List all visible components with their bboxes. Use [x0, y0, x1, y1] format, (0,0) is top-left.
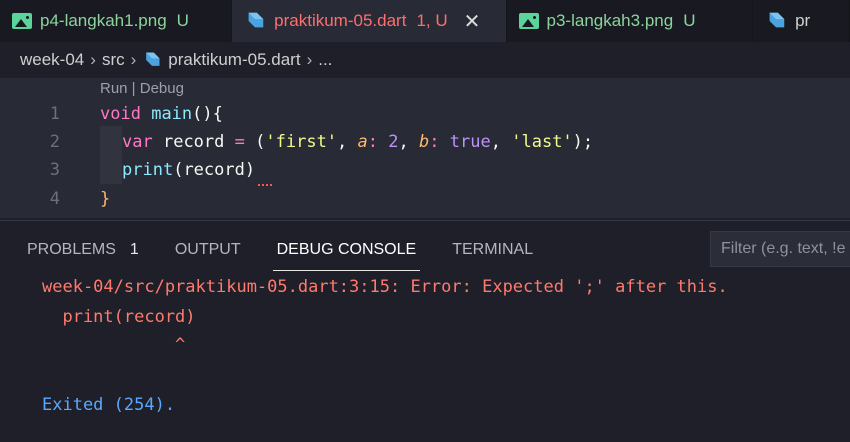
tab-label: praktikum-05.dart [274, 11, 407, 30]
boolean-literal: true [449, 132, 491, 152]
tab-label: p3-langkah3.png [546, 11, 674, 30]
code-line-4: 4 } [0, 185, 850, 213]
chevron-right-icon: › [130, 50, 137, 69]
code-line-3: 3 print(record) [0, 156, 850, 184]
punctuation: (){ [192, 104, 223, 124]
dart-icon [769, 12, 785, 28]
keyword: var [122, 132, 153, 152]
punctuation: : [429, 132, 440, 152]
editor-tab-bar: p4-langkah1.png U praktikum-05.dart 1, U… [0, 0, 850, 42]
breadcrumb-folder[interactable]: week-04 [20, 50, 84, 70]
function-name: print [122, 160, 174, 180]
tab-label: OUTPUT [174, 241, 241, 258]
console-error-line: week-04/src/praktikum-05.dart:3:15: Erro… [42, 277, 728, 297]
tab-label: p4-langkah1.png [40, 11, 167, 30]
punctuation: , [398, 132, 409, 152]
function-name: main [151, 104, 193, 124]
chevron-right-icon: › [306, 50, 313, 69]
image-icon [518, 13, 539, 29]
punctuation: ) [244, 160, 256, 180]
tab-p4-langkah1[interactable]: p4-langkah1.png U [0, 0, 233, 42]
named-field: a [357, 132, 368, 152]
line-number: 1 [49, 104, 60, 124]
punctuation: : [367, 132, 379, 152]
image-icon [12, 13, 32, 29]
close-icon[interactable]: ✕ [464, 9, 481, 34]
breadcrumb: week-04 › src › praktikum-05.dart › ... [20, 46, 332, 74]
keyword: void [100, 104, 141, 124]
tab-debug-console[interactable]: DEBUG CONSOLE [259, 233, 435, 271]
filter-input[interactable]: Filter (e.g. text, !e [710, 231, 850, 267]
bottom-panel: PROBLEMS 1 OUTPUT DEBUG CONSOLE TERMINAL … [0, 220, 850, 442]
tab-status: 1, U [416, 11, 448, 30]
console-code-line: print(record) [42, 307, 196, 327]
number-literal: 2 [388, 132, 399, 152]
console-exit-line: Exited (254). [42, 395, 176, 415]
tab-problems[interactable]: PROBLEMS 1 [0, 233, 157, 269]
punctuation: , [337, 132, 348, 152]
variable-name: record [183, 160, 245, 180]
dart-icon [248, 12, 264, 28]
tab-label: PROBLEMS [27, 241, 116, 258]
tab-label: pr [795, 11, 811, 30]
code-line-1: 1 void main(){ [0, 100, 850, 128]
line-number: 3 [49, 160, 60, 180]
problems-count-badge: 1 [129, 241, 139, 258]
tab-p3-langkah3[interactable]: p3-langkah3.png U [507, 0, 754, 42]
punctuation: , [490, 132, 501, 152]
codelens-run-debug[interactable]: Run | Debug [100, 80, 184, 97]
dart-icon [146, 52, 160, 66]
breadcrumb-file[interactable]: praktikum-05.dart [168, 50, 300, 70]
tab-label: DEBUG CONSOLE [276, 241, 417, 258]
tab-pr[interactable]: pr [753, 0, 850, 42]
breadcrumb-more[interactable]: ... [318, 50, 332, 70]
punctuation: ); [572, 132, 594, 152]
punctuation: } [100, 189, 111, 209]
tab-output[interactable]: OUTPUT [157, 233, 259, 269]
console-caret-line: ^ [42, 335, 186, 355]
punctuation: ( [255, 132, 266, 152]
line-number: 4 [49, 189, 60, 209]
line-number: 2 [49, 132, 60, 152]
tab-label: TERMINAL [452, 241, 534, 258]
operator: = [234, 132, 245, 152]
punctuation: ( [173, 160, 184, 180]
tab-status: U [683, 11, 696, 30]
named-field: b [419, 132, 430, 152]
chevron-right-icon: › [90, 50, 96, 69]
breadcrumb-subfolder[interactable]: src [102, 50, 125, 70]
string-literal: 'last' [511, 132, 573, 152]
tab-praktikum-05[interactable]: praktikum-05.dart 1, U ✕ [232, 0, 507, 42]
code-line-2: 2 var record = ('first', a: 2, b: true, … [0, 128, 850, 156]
tab-status: U [176, 11, 189, 30]
string-literal: 'first' [265, 132, 338, 152]
panel-tabs: PROBLEMS 1 OUTPUT DEBUG CONSOLE TERMINAL [0, 233, 551, 271]
variable-name: record [162, 132, 225, 152]
tab-terminal[interactable]: TERMINAL [434, 233, 551, 269]
